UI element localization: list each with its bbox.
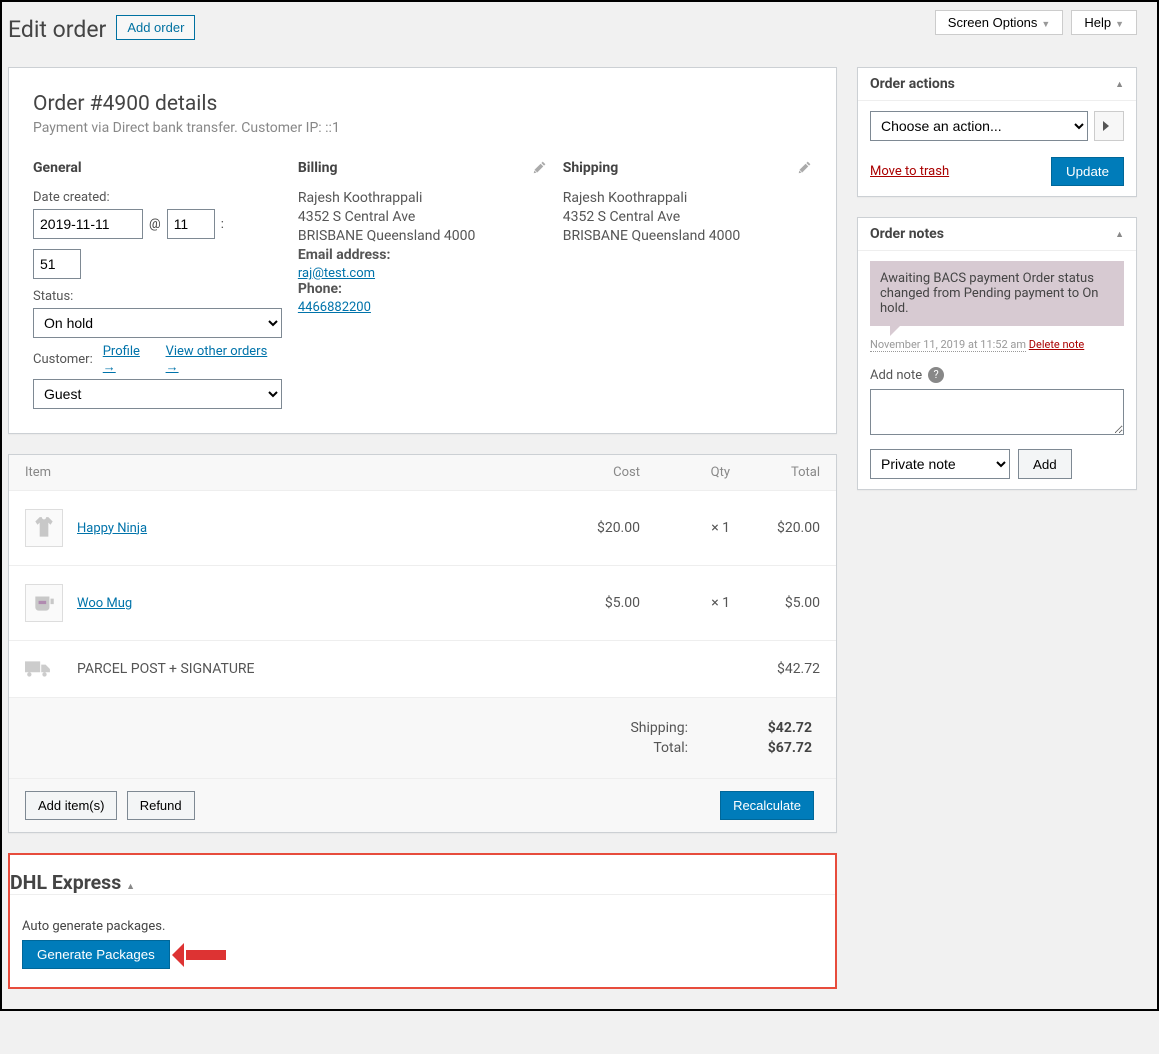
email-label: Email address: xyxy=(298,247,547,263)
col-total: Total xyxy=(730,465,820,480)
total-label: Total: xyxy=(188,740,688,756)
item-cost: $5.00 xyxy=(550,595,640,611)
customer-select[interactable]: Guest xyxy=(33,379,282,409)
order-meta: Payment via Direct bank transfer. Custom… xyxy=(33,120,812,136)
truck-icon xyxy=(25,659,63,679)
apply-action-button[interactable] xyxy=(1094,111,1124,141)
help-button[interactable]: Help▼ xyxy=(1071,10,1137,35)
item-name-link[interactable]: Happy Ninja xyxy=(77,521,147,536)
general-heading: General xyxy=(33,160,282,176)
dhl-text: Auto generate packages. xyxy=(22,919,823,934)
shipping-method: PARCEL POST + SIGNATURE xyxy=(77,661,550,677)
dhl-express-box: DHL Express ▲ Auto generate packages. Ge… xyxy=(8,853,837,989)
order-notes-box: Order notes ▲ Awaiting BACS payment Orde… xyxy=(857,217,1137,490)
order-note: Awaiting BACS payment Order status chang… xyxy=(870,261,1124,326)
item-total: $5.00 xyxy=(730,595,820,611)
order-data-box: Order #4900 details Payment via Direct b… xyxy=(8,67,837,434)
shipping-label: Shipping: xyxy=(188,720,688,736)
item-row: Woo Mug $5.00 × 1 $5.00 xyxy=(9,566,836,641)
dhl-title: DHL Express xyxy=(10,871,121,894)
colon-label: : xyxy=(221,217,224,232)
page-title: Edit order xyxy=(8,7,106,47)
billing-name: Rajesh Koothrappali xyxy=(298,190,547,206)
minute-input[interactable] xyxy=(33,249,81,279)
shipping-total: $42.72 xyxy=(730,661,820,677)
billing-phone[interactable]: 4466882200 xyxy=(298,300,371,315)
add-note-button[interactable]: Add xyxy=(1018,449,1072,479)
note-timestamp: November 11, 2019 at 11:52 am xyxy=(870,338,1026,352)
toggle-icon[interactable]: ▲ xyxy=(1115,79,1124,90)
shipping-heading: Shipping xyxy=(563,160,812,176)
recalculate-button[interactable]: Recalculate xyxy=(720,791,814,820)
view-other-orders-link[interactable]: View other orders → xyxy=(166,344,283,375)
item-qty: × 1 xyxy=(640,520,730,536)
at-label: @ xyxy=(149,217,161,232)
note-textarea[interactable] xyxy=(870,389,1124,435)
billing-line1: 4352 S Central Ave xyxy=(298,209,547,225)
refund-button[interactable]: Refund xyxy=(127,791,195,820)
shipping-row: PARCEL POST + SIGNATURE $42.72 xyxy=(9,640,836,698)
profile-link[interactable]: Profile → xyxy=(103,344,156,375)
shipping-line2: BRISBANE Queensland 4000 xyxy=(563,228,812,244)
order-title: Order #4900 details xyxy=(33,92,812,116)
shipping-line1: 4352 S Central Ave xyxy=(563,209,812,225)
item-cost: $20.00 xyxy=(550,520,640,536)
arrow-annotation xyxy=(186,950,226,960)
toggle-icon[interactable]: ▲ xyxy=(1115,229,1124,240)
move-to-trash-link[interactable]: Move to trash xyxy=(870,164,949,179)
toggle-icon[interactable]: ▲ xyxy=(126,882,135,892)
col-item: Item xyxy=(25,465,550,480)
order-action-select[interactable]: Choose an action... xyxy=(870,111,1088,141)
order-items-box: Item Cost Qty Total Happy Ninja $20.00 ×… xyxy=(8,454,837,833)
order-actions-box: Order actions ▲ Choose an action... Move… xyxy=(857,67,1137,197)
hour-input[interactable] xyxy=(167,209,215,239)
add-note-label: Add note xyxy=(870,368,922,383)
edit-shipping-icon[interactable] xyxy=(798,160,812,174)
status-select[interactable]: On hold xyxy=(33,308,282,338)
item-total: $20.00 xyxy=(730,520,820,536)
screen-options-button[interactable]: Screen Options▼ xyxy=(935,10,1064,35)
generate-packages-button[interactable]: Generate Packages xyxy=(22,940,170,969)
item-row: Happy Ninja $20.00 × 1 $20.00 xyxy=(9,491,836,566)
shipping-value: $42.72 xyxy=(692,720,812,736)
order-notes-title: Order notes xyxy=(870,226,944,242)
col-cost: Cost xyxy=(550,465,640,480)
note-type-select[interactable]: Private note xyxy=(870,449,1010,479)
total-value: $67.72 xyxy=(692,740,812,756)
product-thumb xyxy=(25,509,63,547)
customer-label: Customer: xyxy=(33,352,93,367)
product-thumb xyxy=(25,584,63,622)
date-input[interactable] xyxy=(33,209,143,239)
help-icon[interactable]: ? xyxy=(928,367,944,383)
update-button[interactable]: Update xyxy=(1051,157,1124,186)
item-qty: × 1 xyxy=(640,595,730,611)
add-order-button[interactable]: Add order xyxy=(116,15,195,40)
delete-note-link[interactable]: Delete note xyxy=(1029,338,1085,351)
billing-line2: BRISBANE Queensland 4000 xyxy=(298,228,547,244)
date-label: Date created: xyxy=(33,190,282,205)
billing-heading: Billing xyxy=(298,160,547,176)
edit-billing-icon[interactable] xyxy=(533,160,547,174)
order-actions-title: Order actions xyxy=(870,76,955,92)
shipping-name: Rajesh Koothrappali xyxy=(563,190,812,206)
col-qty: Qty xyxy=(640,465,730,480)
phone-label: Phone: xyxy=(298,281,547,297)
item-name-link[interactable]: Woo Mug xyxy=(77,596,132,611)
billing-email[interactable]: raj@test.com xyxy=(298,266,375,281)
add-items-button[interactable]: Add item(s) xyxy=(25,791,117,820)
status-label: Status: xyxy=(33,289,282,304)
